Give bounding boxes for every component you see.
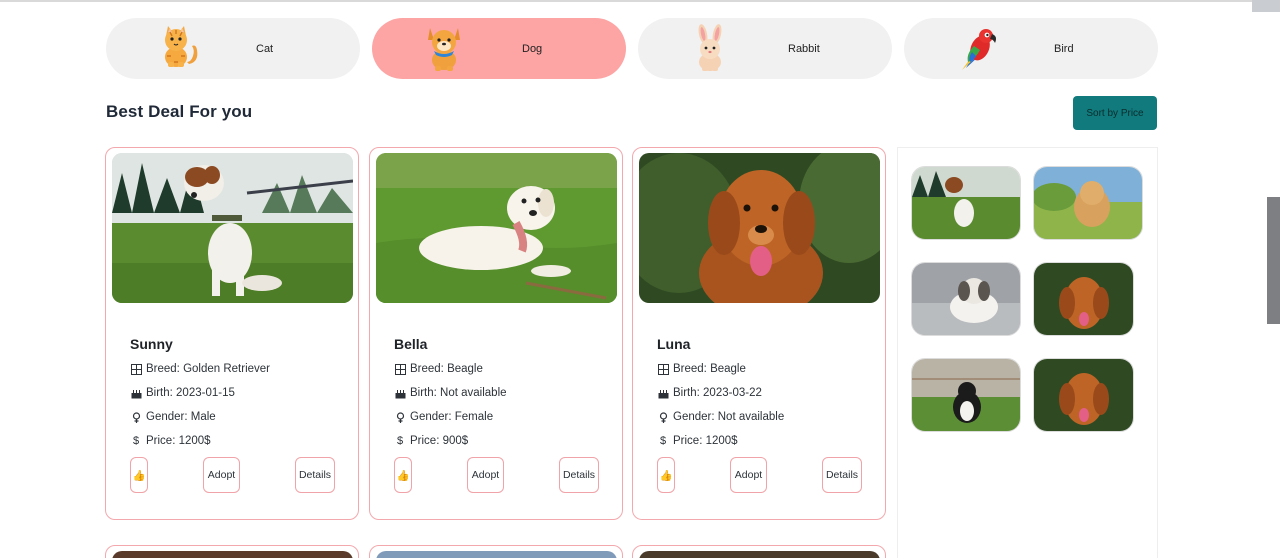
sort-by-price-button[interactable]: Sort by Price [1073,96,1157,130]
thumbs-up-icon: 👍 [132,469,146,482]
pet-price: $ Price: 1200$ [130,435,211,447]
grid-icon [657,363,669,375]
top-border [0,0,1280,2]
dollar-icon: $ [396,435,404,447]
category-dog-label: Dog [522,42,543,55]
pet-photo [112,153,353,303]
grid-icon [130,363,142,375]
pet-name: Luna [657,336,691,352]
gender-icon [394,411,406,423]
cat-icon [165,26,198,67]
pet-breed: Breed: Golden Retriever [130,363,270,375]
pet-photo [376,153,617,303]
gallery-thumb[interactable] [911,166,1021,240]
category-cat-label: Cat [256,42,274,55]
details-button[interactable]: Details [822,457,862,493]
pet-gender: Gender: Not available [657,411,784,423]
pet-birth: Birth: 2023-01-15 [130,387,235,399]
like-button[interactable]: 👍 [394,457,412,493]
category-cat[interactable]: Cat [106,18,360,79]
pet-name: Sunny [130,336,173,352]
gallery-thumb[interactable] [1033,358,1134,432]
gallery-thumb[interactable] [1033,166,1143,240]
gallery-thumb[interactable] [911,358,1021,432]
gallery-thumb[interactable] [1033,262,1134,336]
category-bird-label: Bird [1054,42,1074,55]
gallery-thumb[interactable] [911,262,1021,336]
gender-icon [657,411,669,423]
details-button[interactable]: Details [295,457,335,493]
scrollbar-thumb[interactable] [1267,197,1280,324]
like-button[interactable]: 👍 [130,457,148,493]
dollar-icon: $ [659,435,667,447]
cake-icon [130,387,142,399]
pet-card: Bella Breed: Beagle Birth: Not available… [369,147,623,520]
category-bird[interactable]: Bird [904,18,1158,79]
pet-birth: Birth: Not available [394,387,507,399]
pet-birth: Birth: 2023-03-22 [657,387,762,399]
like-button[interactable]: 👍 [657,457,675,493]
grid-icon [394,363,406,375]
pet-card: Sunny Breed: Golden Retriever Birth: 202… [105,147,359,520]
pet-price: $ Price: 900$ [394,435,468,447]
category-dog[interactable]: Dog [372,18,626,79]
thumbs-up-icon: 👍 [396,469,410,482]
parrot-icon [962,29,996,70]
window-corner [1252,0,1280,12]
cake-icon [657,387,669,399]
pet-breed: Breed: Beagle [657,363,746,375]
pet-photo [639,153,880,303]
pet-gender: Gender: Female [394,411,493,423]
adopt-button[interactable]: Adopt [467,457,504,493]
adopt-button[interactable]: Adopt [730,457,767,493]
photo-gallery [897,147,1158,558]
rabbit-icon [698,24,722,71]
pet-gender: Gender: Male [130,411,216,423]
section-title: Best Deal For you [106,102,253,121]
pet-price: $ Price: 1200$ [657,435,738,447]
pet-name: Bella [394,336,428,352]
pet-card [369,545,623,558]
details-button[interactable]: Details [559,457,599,493]
dollar-icon: $ [132,435,140,447]
adopt-button[interactable]: Adopt [203,457,240,493]
pet-card [632,545,886,558]
thumbs-up-icon: 👍 [659,469,673,482]
pet-breed: Breed: Beagle [394,363,483,375]
pet-card: Luna Breed: Beagle Birth: 2023-03-22 Gen… [632,147,886,520]
pet-card [105,545,359,558]
category-rabbit[interactable]: Rabbit [638,18,892,79]
cake-icon [394,387,406,399]
gender-icon [130,411,142,423]
category-rabbit-label: Rabbit [788,42,820,55]
dog-icon [428,28,460,71]
